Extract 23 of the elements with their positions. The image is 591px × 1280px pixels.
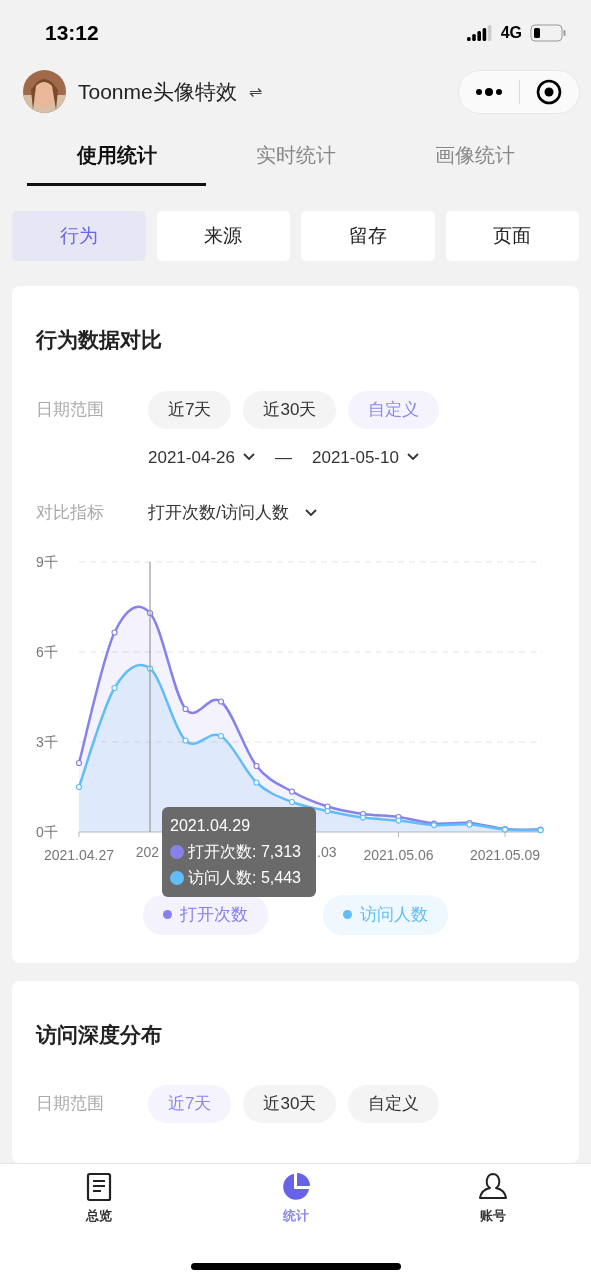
y-axis-label: 6千 [36, 643, 58, 660]
y-axis-label: 0千 [36, 823, 58, 840]
card-title: 访问深度分布 [36, 1021, 163, 1048]
x-axis-label: 2021.05.06 [363, 846, 434, 863]
field-label: 日期范围 [36, 398, 105, 421]
y-axis-label: 9千 [36, 553, 58, 570]
x-axis-label: 2021.05.09 [469, 846, 541, 863]
y-axis-label: 3千 [36, 733, 58, 750]
card-title: 行为数据对比 [36, 327, 163, 353]
legend-label: 打开次数 [180, 903, 248, 926]
legend-label: 访问人数 [360, 903, 428, 926]
date-separator: — [273, 446, 293, 469]
app-title: Toonme头像特效 [78, 79, 237, 106]
status-time: 13:12 [45, 20, 99, 47]
network-type: 4G [500, 22, 522, 43]
tooltip-date: 2021.04.29 [170, 815, 252, 836]
x-axis-label: .03 [317, 843, 337, 860]
field-label: 日期范围 [36, 1093, 105, 1116]
tooltip-value: 打开次数: 7,313 [188, 841, 301, 862]
field-label: 对比指标 [36, 502, 105, 524]
x-axis-label: 202 [135, 843, 159, 860]
tooltip-value: 访问人数: 5,443 [188, 867, 301, 888]
x-axis-label: 2021.04.27 [43, 846, 115, 863]
